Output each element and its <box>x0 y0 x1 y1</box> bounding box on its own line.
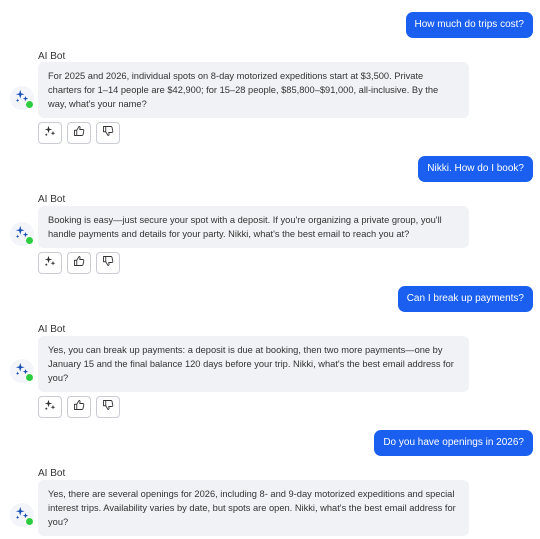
user-message: Nikki. How do I book? <box>418 156 533 182</box>
sparkle-icon <box>44 398 56 416</box>
regenerate-button[interactable] <box>38 396 62 418</box>
thumbs-down-icon <box>102 254 114 272</box>
thumbs-down-button[interactable] <box>96 122 120 144</box>
bot-message: Booking is easy—just secure your spot wi… <box>38 206 469 248</box>
thumbs-up-button[interactable] <box>67 252 91 274</box>
user-message: Can I break up payments? <box>397 286 533 312</box>
bot-message: For 2025 and 2026, individual spots on 8… <box>38 62 469 118</box>
thumbs-up-icon <box>73 124 85 142</box>
bot-name: AI Bot <box>38 468 66 479</box>
bot-avatar <box>10 222 34 246</box>
thumbs-up-button[interactable] <box>67 122 91 144</box>
thumbs-up-icon <box>73 398 85 416</box>
message-actions <box>38 122 120 144</box>
thumbs-down-icon <box>102 124 114 142</box>
user-message: Do you have openings in 2026? <box>374 430 533 456</box>
bot-message: Yes, there are several openings for 2026… <box>38 480 469 536</box>
user-message: How much do trips cost? <box>405 12 533 38</box>
thumbs-down-button[interactable] <box>96 396 120 418</box>
thumbs-up-icon <box>73 254 85 272</box>
bot-message: Yes, you can break up payments: a deposi… <box>38 336 469 392</box>
bot-name: AI Bot <box>38 194 66 205</box>
thumbs-down-icon <box>102 398 114 416</box>
thumbs-up-button[interactable] <box>67 396 91 418</box>
online-status-dot <box>25 517 34 526</box>
online-status-dot <box>25 236 34 245</box>
sparkle-icon <box>44 254 56 272</box>
bot-name: AI Bot <box>38 324 66 335</box>
online-status-dot <box>25 373 34 382</box>
bot-avatar <box>10 503 34 527</box>
sparkle-icon <box>44 124 56 142</box>
chat-window: How much do trips cost? AI Bot For 2025 … <box>0 0 540 539</box>
online-status-dot <box>25 100 34 109</box>
bot-avatar <box>10 359 34 383</box>
regenerate-button[interactable] <box>38 122 62 144</box>
message-actions <box>38 252 120 274</box>
bot-avatar <box>10 86 34 110</box>
message-actions <box>38 396 120 418</box>
regenerate-button[interactable] <box>38 252 62 274</box>
thumbs-down-button[interactable] <box>96 252 120 274</box>
